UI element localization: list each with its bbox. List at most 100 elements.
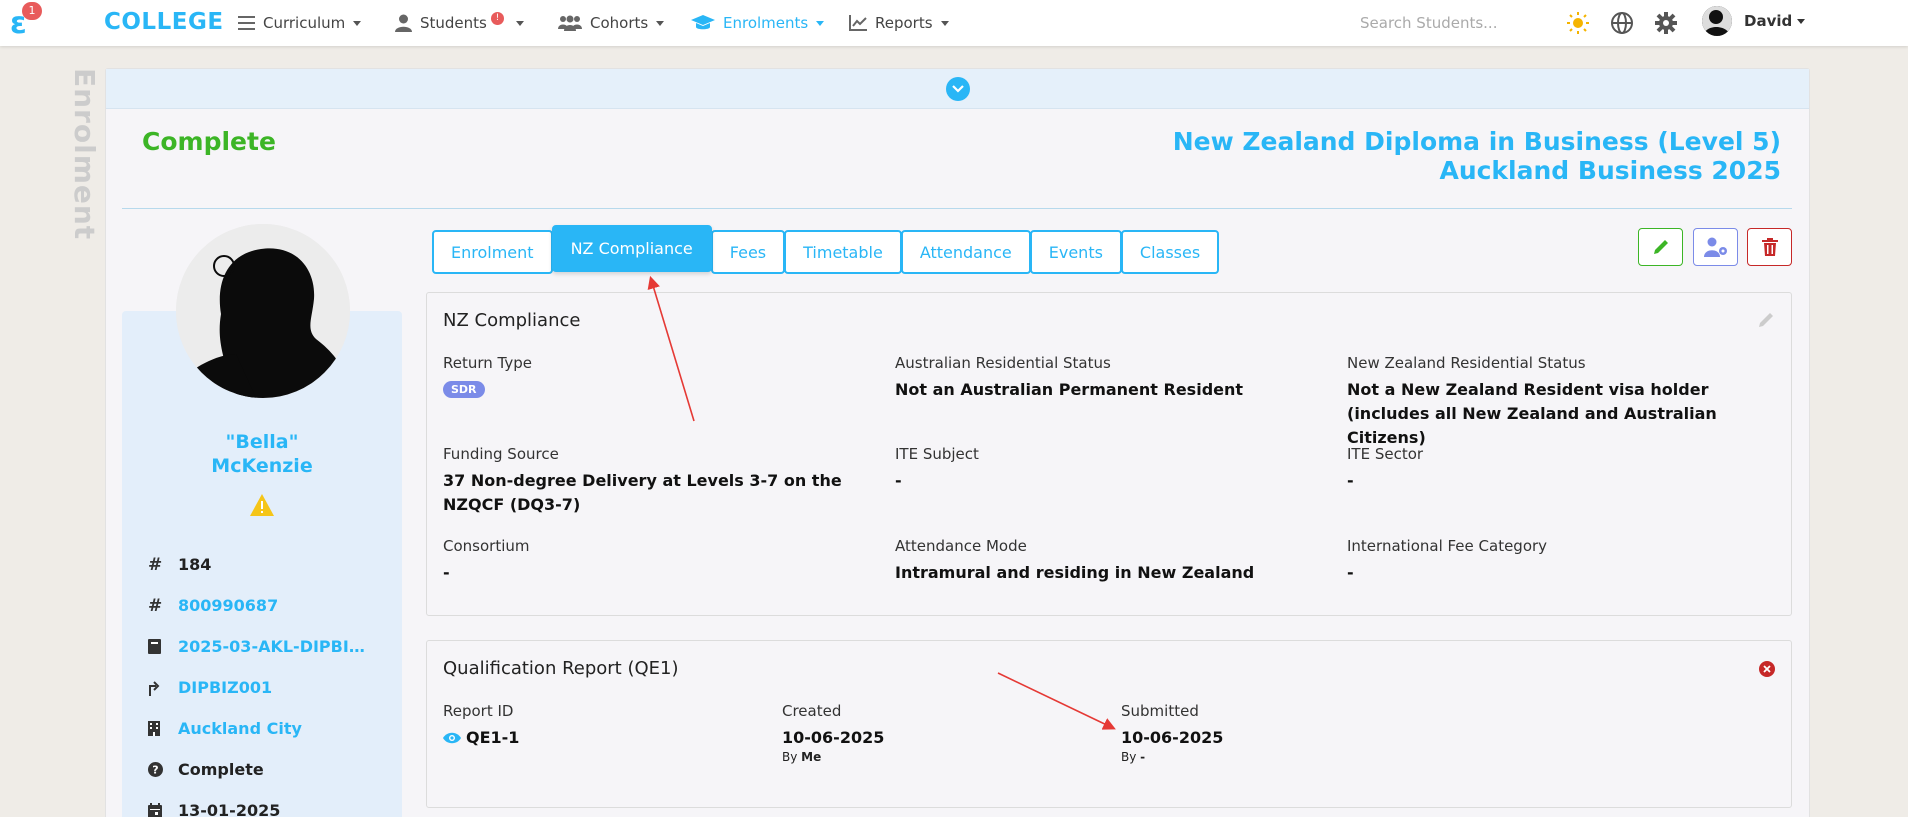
field-value: 37 Non-degree Delivery at Levels 3-7 on … — [443, 471, 842, 514]
divider — [122, 208, 1792, 209]
users-icon — [558, 15, 582, 31]
sun-icon[interactable] — [1566, 11, 1590, 35]
student-details-list: # 184 # 800990687 2025-03-AKL-DIPBIZ001 … — [148, 544, 388, 817]
eye-icon — [443, 732, 461, 744]
field-label: Return Type — [443, 354, 532, 372]
user-name: David — [1744, 12, 1793, 30]
detail-cohort-code[interactable]: 2025-03-AKL-DIPBIZ001 — [148, 626, 388, 667]
field-value: Intramural and residing in New Zealand — [895, 563, 1255, 582]
menu-cohorts[interactable]: Cohorts — [558, 0, 665, 46]
detail-link[interactable]: 2025-03-AKL-DIPBIZ001 — [178, 637, 368, 656]
menu-label: Reports — [875, 14, 933, 32]
caret-down-icon — [353, 20, 362, 26]
panel-title: NZ Compliance — [443, 310, 581, 331]
svg-text:?: ? — [152, 764, 158, 777]
detail-link[interactable]: Auckland City — [178, 719, 302, 738]
book-icon — [148, 639, 178, 654]
field-label: Funding Source — [443, 445, 559, 463]
field-label: Consortium — [443, 537, 530, 555]
field-label: Created — [782, 702, 842, 720]
tab-enrolment[interactable]: Enrolment — [432, 230, 553, 274]
level-up-icon — [148, 680, 178, 696]
field-ite-subject: ITE Subject - — [895, 445, 979, 493]
by-prefix: By — [782, 750, 798, 764]
detail-link[interactable]: 800990687 — [178, 596, 278, 615]
by-prefix: By — [1121, 750, 1137, 764]
app-logo[interactable]: ε 1 — [6, 2, 42, 42]
tab-attendance[interactable]: Attendance — [900, 230, 1031, 274]
tab-timetable[interactable]: Timetable — [784, 230, 902, 274]
caret-down-icon — [816, 20, 825, 26]
program-name: New Zealand Diploma in Business (Level 5… — [1172, 127, 1781, 156]
caret-down-icon — [1797, 18, 1806, 24]
detail-value: 13-01-2025 — [178, 801, 281, 817]
field-value: - — [895, 471, 902, 490]
gear-icon[interactable] — [1654, 11, 1678, 35]
field-label: ITE Sector — [1347, 445, 1424, 463]
user-menu[interactable]: David — [1702, 6, 1806, 36]
user-settings-button[interactable] — [1693, 228, 1738, 266]
field-created: Created 10-06-2025 By Me — [782, 702, 884, 764]
detail-programme-code[interactable]: DIPBIZ001 — [148, 667, 388, 708]
menu-label: Students — [420, 14, 487, 32]
field-report-id: Report ID QE1-1 — [443, 702, 519, 750]
tab-events[interactable]: Events — [1029, 230, 1122, 274]
warning-icon[interactable] — [250, 494, 274, 516]
globe-icon[interactable] — [1610, 11, 1634, 35]
user-cog-icon — [1703, 237, 1727, 257]
list-icon — [238, 16, 255, 30]
field-ite-sector: ITE Sector - — [1347, 445, 1423, 493]
detail-campus[interactable]: Auckland City — [148, 708, 388, 749]
by-user: Me — [801, 750, 822, 764]
by-user: - — [1140, 750, 1146, 764]
field-australian-residential-status: Australian Residential Status Not an Aus… — [895, 354, 1315, 402]
cohort-name: Auckland Business 2025 — [1439, 156, 1781, 185]
detail-status: ? Complete — [148, 749, 388, 790]
field-value: - — [1347, 563, 1354, 582]
delete-button[interactable] — [1747, 228, 1792, 266]
caret-down-icon — [656, 20, 665, 26]
edit-button[interactable] — [1638, 228, 1683, 266]
menu-label: Cohorts — [590, 14, 649, 32]
edit-pencil-icon[interactable] — [1757, 311, 1775, 329]
program-title[interactable]: New Zealand Diploma in Business (Level 5… — [1173, 127, 1781, 185]
report-id-link[interactable]: QE1-1 — [443, 726, 519, 750]
calendar-icon — [148, 803, 178, 817]
menu-reports[interactable]: Reports — [849, 0, 949, 46]
field-funding-source: Funding Source 37 Non-degree Delivery at… — [443, 445, 873, 517]
question-circle-icon: ? — [148, 762, 178, 777]
tab-nz-compliance[interactable]: NZ Compliance — [551, 225, 712, 272]
surname: McKenzie — [211, 455, 313, 477]
menu-students[interactable]: Students! — [395, 0, 524, 46]
search-input[interactable] — [1360, 8, 1560, 38]
brand-name[interactable]: COLLEGE — [104, 9, 224, 35]
collapse-toggle-button[interactable] — [946, 77, 970, 101]
return-type-badge: SDR — [443, 381, 485, 398]
student-photo — [176, 224, 350, 398]
field-label: Attendance Mode — [895, 537, 1027, 555]
student-name[interactable]: "Bella" McKenzie — [122, 430, 402, 478]
menu-label: Curriculum — [263, 14, 346, 32]
chevron-down-icon — [952, 85, 964, 93]
close-circle-icon[interactable] — [1759, 661, 1775, 677]
enrolment-status: Complete — [142, 127, 276, 156]
panel-title: Qualification Report (QE1) — [443, 658, 679, 679]
preferred-name: "Bella" — [225, 431, 299, 453]
detail-nsn[interactable]: # 800990687 — [148, 585, 388, 626]
field-label: New Zealand Residential Status — [1347, 354, 1586, 372]
menu-curriculum[interactable]: Curriculum — [238, 0, 362, 46]
field-label: Submitted — [1121, 702, 1199, 720]
caret-down-icon — [515, 20, 524, 26]
nz-compliance-panel: NZ Compliance Return Type SDR Australian… — [426, 292, 1792, 616]
alert-badge: ! — [490, 11, 504, 25]
field-submitted: Submitted 10-06-2025 By - — [1121, 702, 1223, 764]
enrolment-tabs: Enrolment NZ Compliance Fees Timetable A… — [432, 225, 1220, 274]
user-icon — [395, 14, 412, 32]
field-value: - — [443, 563, 450, 582]
menu-enrolments[interactable]: Enrolments — [691, 0, 825, 46]
tab-classes[interactable]: Classes — [1120, 230, 1220, 274]
detail-link[interactable]: DIPBIZ001 — [178, 678, 272, 697]
field-label: ITE Subject — [895, 445, 979, 463]
tab-fees[interactable]: Fees — [710, 230, 786, 274]
notification-badge: 1 — [22, 2, 42, 20]
